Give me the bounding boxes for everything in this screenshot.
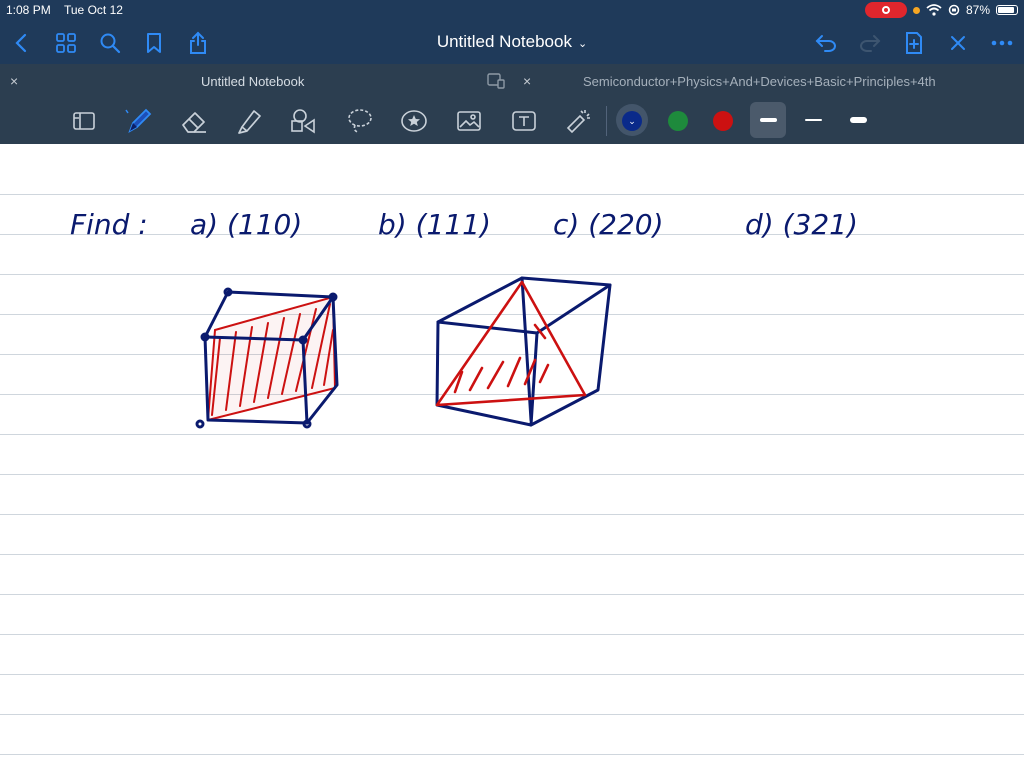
- cube-111-drawing: [435, 276, 612, 427]
- find-label: Find :: [70, 208, 148, 241]
- question-b: b) (111): [378, 208, 491, 241]
- question-c: c) (220): [553, 208, 664, 241]
- cube-110-drawing: [195, 287, 339, 429]
- question-a: a) (110): [190, 208, 302, 241]
- handwriting-layer: Find : a) (110) b) (111) c) (220) d) (32…: [70, 208, 858, 429]
- question-d: d) (321): [745, 208, 858, 241]
